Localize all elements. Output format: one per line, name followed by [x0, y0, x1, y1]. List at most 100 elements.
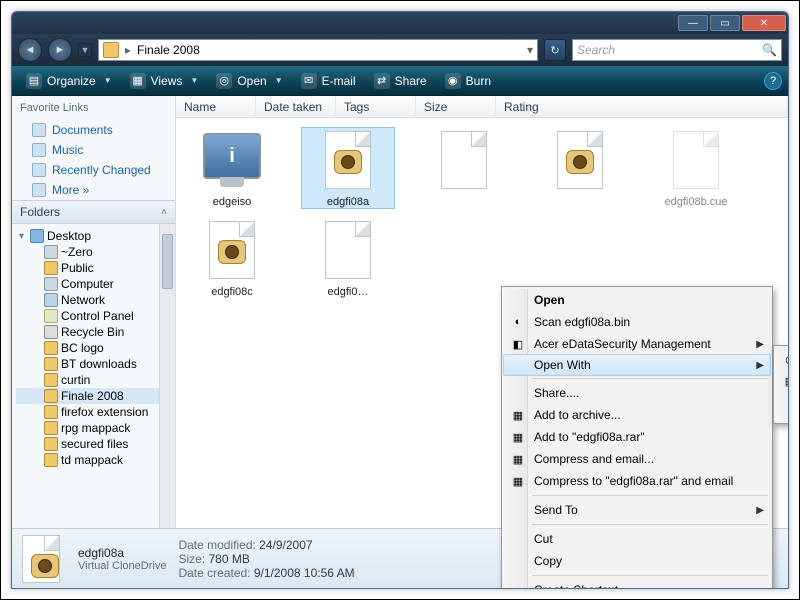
favorite-icon [32, 183, 46, 197]
file-list[interactable]: iedgeiso edgfi08a edgfi08b.cue edgfi08c edgf… [176, 118, 788, 528]
folders-header[interactable]: Folders˄ [12, 200, 175, 224]
tree-scrollbar[interactable] [159, 224, 175, 528]
organize-button[interactable]: ▤Organize▼ [18, 70, 120, 92]
details-meta: Date modified: 24/9/2007 Size: 780 MB Da… [178, 538, 354, 580]
menu-item[interactable]: Send To▶ [504, 499, 770, 521]
openwith-submenu[interactable]: ◎Mount Files with Virtual Clone▤WordPad C… [773, 345, 789, 424]
tree-icon [44, 373, 58, 387]
context-menu[interactable]: Open◐Scan edgfi08a.bin◧Acer eDataSecurit… [501, 286, 773, 589]
close-button[interactable]: ✕ [742, 15, 786, 31]
tree-node[interactable]: curtin [16, 372, 175, 388]
views-button[interactable]: ▦Views▼ [122, 70, 207, 92]
open-icon: ◎ [216, 73, 232, 89]
menu-item[interactable]: ▦Add to "edgfi08a.rar" [504, 426, 770, 448]
tree-icon [44, 309, 58, 323]
back-button[interactable]: ◄ [18, 38, 42, 62]
tree-node[interactable]: ▾Desktop [16, 228, 175, 244]
tree-node[interactable]: Network [16, 292, 175, 308]
menu-item[interactable]: Copy [504, 550, 770, 572]
favorite-link[interactable]: More » [12, 180, 175, 200]
burn-button[interactable]: ◉Burn [437, 70, 499, 92]
file-item[interactable]: iedgeiso [186, 128, 278, 208]
file-item[interactable]: edgfi08c [186, 218, 278, 298]
details-thumbnail [22, 535, 66, 583]
tree-node[interactable]: Recycle Bin [16, 324, 175, 340]
col-size[interactable]: Size [416, 96, 496, 117]
tree-node[interactable]: Finale 2008 [16, 388, 175, 404]
col-name[interactable]: Name [176, 96, 256, 117]
menu-item[interactable]: Create Shortcut [504, 579, 770, 589]
menu-item[interactable]: Share.... [504, 382, 770, 404]
menu-item-icon: ▦ [510, 451, 526, 467]
menu-item[interactable]: ◧Acer eDataSecurity Management▶ [504, 333, 770, 355]
open-button[interactable]: ◎Open▼ [208, 70, 290, 92]
favorite-link[interactable]: Music [12, 140, 175, 160]
tree-node[interactable]: Public [16, 260, 175, 276]
tree-icon [44, 437, 58, 451]
breadcrumb-dropdown-icon[interactable]: ▾ [527, 43, 533, 57]
breadcrumb-current[interactable]: Finale 2008 [137, 43, 200, 57]
tree-icon [44, 357, 58, 371]
file-item[interactable] [418, 128, 510, 208]
folder-icon [103, 42, 119, 58]
col-rating[interactable]: Rating [496, 96, 788, 117]
burn-icon: ◉ [445, 73, 461, 89]
column-headers[interactable]: Name Date taken Tags Size Rating [176, 96, 788, 118]
menu-item[interactable]: ◐Scan edgfi08a.bin [504, 311, 770, 333]
tree-node[interactable]: rpg mappack [16, 420, 175, 436]
main-area: Favorite Links DocumentsMusicRecently Ch… [12, 96, 788, 528]
help-button[interactable]: ? [764, 72, 782, 90]
search-placeholder: Search [577, 43, 615, 57]
tree-node[interactable]: ~Zero [16, 244, 175, 260]
folder-tree[interactable]: ▾Desktop~ZeroPublicComputerNetworkContro… [12, 224, 175, 528]
email-button[interactable]: ✉E-mail [293, 70, 364, 92]
file-item[interactable] [534, 128, 626, 208]
tree-node[interactable]: Control Panel [16, 308, 175, 324]
submenu-arrow-icon: ▶ [756, 339, 764, 350]
menu-item[interactable]: ▦Compress to "edgfi08a.rar" and email [504, 470, 770, 492]
file-item[interactable]: edgfi08a [302, 128, 394, 208]
file-label: edgfi0… [328, 286, 369, 298]
col-date[interactable]: Date taken [256, 96, 336, 117]
tree-node[interactable]: firefox extension [16, 404, 175, 420]
menu-item[interactable]: Open [504, 289, 770, 311]
share-button[interactable]: ⇄Share [366, 70, 435, 92]
menu-item[interactable]: ▦Compress and email... [504, 448, 770, 470]
favorite-icon [32, 143, 46, 157]
history-dropdown[interactable]: ▼ [78, 43, 92, 57]
menu-item-icon: ▦ [510, 473, 526, 489]
tree-node[interactable]: td mappack [16, 452, 175, 468]
command-bar: ▤Organize▼ ▦Views▼ ◎Open▼ ✉E-mail ⇄Share… [12, 66, 788, 96]
minimize-button[interactable]: — [678, 15, 708, 31]
menu-item[interactable]: ▦Add to archive... [504, 404, 770, 426]
tree-node[interactable]: BC logo [16, 340, 175, 356]
search-icon: 🔍 [762, 43, 777, 57]
tree-icon [44, 277, 58, 291]
menu-item-icon: ▤ [782, 373, 789, 389]
tree-node[interactable]: Computer [16, 276, 175, 292]
menu-item[interactable]: ▤WordPad [776, 370, 789, 392]
search-input[interactable]: Search 🔍 [572, 39, 782, 61]
menu-item[interactable]: Open With▶ [503, 354, 771, 376]
menu-item[interactable]: Choose Default Program... [776, 399, 789, 421]
refresh-button[interactable]: ↻ [544, 39, 566, 61]
col-tags[interactable]: Tags [336, 96, 416, 117]
file-item[interactable]: edgfi08b.cue [650, 128, 742, 208]
forward-button[interactable]: ► [48, 38, 72, 62]
favorite-link[interactable]: Recently Changed [12, 160, 175, 180]
maximize-button[interactable]: ▭ [710, 15, 740, 31]
chevron-up-icon: ˄ [161, 207, 167, 218]
tree-icon [44, 325, 58, 339]
file-label: edgfi08c [211, 286, 253, 298]
menu-item-icon: ◐ [510, 314, 526, 330]
breadcrumb[interactable]: ▸ Finale 2008 ▾ [98, 39, 538, 61]
favorite-link[interactable]: Documents [12, 120, 175, 140]
address-bar-row: ◄ ► ▼ ▸ Finale 2008 ▾ ↻ Search 🔍 [12, 34, 788, 66]
file-item[interactable]: edgfi0… [302, 218, 394, 298]
tree-icon [44, 245, 58, 259]
scrollbar-thumb[interactable] [162, 234, 173, 289]
tree-node[interactable]: BT downloads [16, 356, 175, 372]
menu-item[interactable]: Cut [504, 528, 770, 550]
menu-item[interactable]: ◎Mount Files with Virtual Clone [776, 348, 789, 370]
tree-node[interactable]: secured files [16, 436, 175, 452]
